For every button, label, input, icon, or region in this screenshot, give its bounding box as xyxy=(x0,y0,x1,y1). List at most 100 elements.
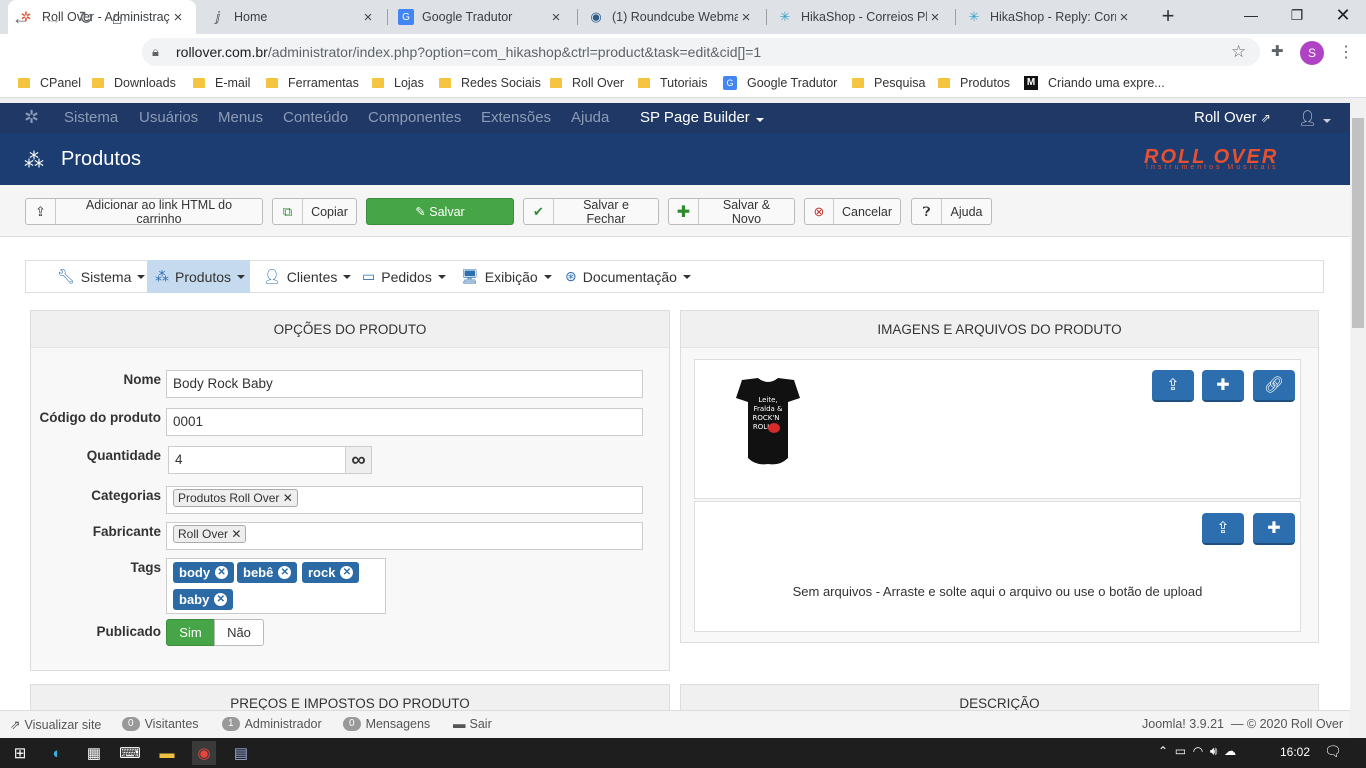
lock-icon[interactable]: 🔒︎ xyxy=(152,44,159,60)
save-new-button[interactable]: ✚ Salvar & Novo xyxy=(668,198,795,225)
nav-sp-page-builder[interactable]: SP Page Builder xyxy=(640,109,764,126)
close-tab-icon[interactable]: × xyxy=(170,9,186,26)
remove-icon[interactable]: ✕ xyxy=(278,566,292,579)
name-input[interactable]: Body Rock Baby xyxy=(166,370,643,398)
nav-ajuda[interactable]: Ajuda xyxy=(571,109,609,126)
browser-tab-roll-over[interactable]: ✲ Roll Over - Administraç × xyxy=(8,0,196,34)
remove-icon[interactable]: ✕ xyxy=(215,566,229,579)
tag-baby: baby ✕ xyxy=(173,589,234,610)
joomla-logo-icon[interactable]: ✲ xyxy=(24,107,39,128)
bookmark-redes-sociais[interactable]: Redes Sociais xyxy=(439,76,541,90)
product-image[interactable]: Leite, Fralda & ROCK'N ROLL xyxy=(720,372,816,474)
folder-icon xyxy=(852,78,864,88)
close-tab-icon[interactable]: × xyxy=(738,9,754,26)
maximize-button[interactable]: ❐ xyxy=(1274,0,1320,32)
browser-menu-icon[interactable]: ⋮ xyxy=(1338,42,1354,62)
bookmark-email[interactable]: E-mail xyxy=(193,76,250,90)
close-tab-icon[interactable]: × xyxy=(548,9,564,26)
forward-icon[interactable]: → xyxy=(42,7,64,29)
bookmark-star-icon[interactable]: ☆ xyxy=(1231,42,1246,62)
hika-menu-clientes[interactable]: 👤︎ Clientes xyxy=(255,260,359,293)
bookmark-ferramentas[interactable]: Ferramentas xyxy=(266,76,359,90)
browser-tab-google-tradutor[interactable]: G Google Tradutor × xyxy=(388,0,574,34)
add-image-button[interactable]: ✚ xyxy=(1202,370,1244,402)
upload-file-button[interactable]: ⇪ xyxy=(1202,513,1244,545)
bookmark-produtos[interactable]: Produtos xyxy=(938,76,1010,90)
nav-site-link[interactable]: Roll Over ⇗ xyxy=(1194,109,1271,126)
notepad-icon[interactable]: ▤ xyxy=(229,741,253,765)
logout-link[interactable]: ▬ Sair xyxy=(453,717,492,731)
messages-link[interactable]: 0 Mensagens xyxy=(343,717,430,731)
nav-extensoes[interactable]: Extensões xyxy=(481,109,551,126)
close-tab-icon[interactable]: × xyxy=(1116,9,1132,26)
clock[interactable]: 16:02 xyxy=(1280,745,1310,759)
bookmark-cpanel[interactable]: CPanel xyxy=(18,76,81,90)
hika-menu-exibicao[interactable]: 🖥︎ Exibição xyxy=(453,260,560,293)
nav-conteudo[interactable]: Conteúdo xyxy=(283,109,348,126)
nav-menus[interactable]: Menus xyxy=(218,109,263,126)
bookmark-pesquisa[interactable]: Pesquisa xyxy=(852,76,925,90)
close-window-button[interactable]: ✕ xyxy=(1320,0,1366,32)
edge-icon[interactable]: ◐ xyxy=(45,741,69,765)
keyboard-icon[interactable]: ⌨︎ xyxy=(118,741,142,765)
view-site-link[interactable]: ⇗ Visualizar site xyxy=(10,717,101,733)
help-button[interactable]: ❓︎ Ajuda xyxy=(911,198,992,225)
published-yes-button[interactable]: Sim xyxy=(166,619,215,646)
profile-avatar[interactable]: S xyxy=(1300,41,1324,65)
code-input[interactable]: 0001 xyxy=(166,408,643,436)
reload-icon[interactable]: ↻ xyxy=(75,7,97,29)
save-close-button[interactable]: ✔ Salvar e Fechar xyxy=(523,198,659,225)
browser-tab-hikashop-correios[interactable]: ✳ HikaShop - Correios Plu × xyxy=(767,0,953,34)
url-host: rollover.com.br xyxy=(176,44,268,60)
copy-button[interactable]: ⧉ Copiar xyxy=(272,198,357,225)
extensions-icon[interactable]: ✚ xyxy=(1271,42,1284,60)
bookmark-tutoriais[interactable]: Tutoriais xyxy=(638,76,707,90)
bookmark-google-tradutor[interactable]: G Google Tradutor xyxy=(723,76,837,90)
add-cart-link-button[interactable]: ⇪ Adicionar ao link HTML do carrinho xyxy=(25,198,263,225)
windows-start-icon[interactable]: ⊞ xyxy=(8,741,32,765)
home-icon[interactable]: ⌂ xyxy=(106,7,128,29)
hika-menu-pedidos[interactable]: ▭ Pedidos xyxy=(354,260,454,293)
battery-icon: ▭ xyxy=(1174,744,1187,758)
back-icon[interactable]: ← xyxy=(10,7,32,29)
system-tray[interactable]: ⌃ ▭ ◠ 🔊︎ ☁︎ xyxy=(1158,744,1236,759)
cancel-button[interactable]: ⊗ Cancelar xyxy=(804,198,901,225)
quantity-input[interactable]: 4 xyxy=(168,446,346,474)
hika-menu-sistema[interactable]: 🔧︎ Sistema xyxy=(49,260,153,293)
bookmark-criando[interactable]: M Criando uma expre... xyxy=(1024,76,1165,90)
hika-menu-produtos[interactable]: ⁂ Produtos xyxy=(147,260,250,293)
published-no-button[interactable]: Não xyxy=(214,619,264,646)
calculator-icon[interactable]: ▦ xyxy=(82,741,106,765)
browser-tab-roundcube[interactable]: ◉ (1) Roundcube Webmai × xyxy=(578,0,764,34)
bookmark-downloads[interactable]: Downloads xyxy=(92,76,176,90)
nav-sistema[interactable]: Sistema xyxy=(64,109,118,126)
upload-image-button[interactable]: ⇪ xyxy=(1152,370,1194,402)
infinite-quantity-button[interactable]: ∞ xyxy=(345,446,372,474)
remove-icon[interactable]: ✕ xyxy=(231,527,241,541)
user-menu-icon[interactable]: 👤︎ xyxy=(1298,109,1332,127)
close-tab-icon[interactable]: × xyxy=(927,9,943,26)
admins-link[interactable]: 1 Administrador xyxy=(222,717,322,731)
remove-icon[interactable]: ✕ xyxy=(340,566,354,579)
minimize-button[interactable]: — xyxy=(1228,0,1274,32)
nav-usuarios[interactable]: Usuários xyxy=(139,109,198,126)
new-tab-button[interactable]: + xyxy=(1156,5,1180,29)
save-button[interactable]: ✎ Salvar xyxy=(366,198,514,225)
close-tab-icon[interactable]: × xyxy=(360,9,376,26)
browser-tab-hikashop-reply[interactable]: ✳ HikaShop - Reply: Corre × xyxy=(956,0,1142,34)
bookmark-roll-over[interactable]: Roll Over xyxy=(550,76,624,90)
scrollbar-thumb[interactable] xyxy=(1352,118,1364,328)
url-text[interactable]: rollover.com.br/administrator/index.php?… xyxy=(176,44,761,60)
link-image-button[interactable]: 🔗︎ xyxy=(1253,370,1295,402)
visitors-link[interactable]: 0 Visitantes xyxy=(122,717,199,731)
nav-componentes[interactable]: Componentes xyxy=(368,109,461,126)
file-explorer-icon[interactable]: ▬ xyxy=(155,741,179,765)
bookmark-lojas[interactable]: Lojas xyxy=(372,76,424,90)
chrome-icon[interactable]: ◉ xyxy=(192,741,216,765)
add-file-button[interactable]: ✚ xyxy=(1253,513,1295,545)
remove-icon[interactable]: ✕ xyxy=(214,593,228,606)
browser-tab-home[interactable]: ⅉ Home × xyxy=(200,0,386,34)
notification-icon[interactable]: 🗨︎ xyxy=(1324,743,1342,760)
remove-icon[interactable]: ✕ xyxy=(283,491,293,505)
hika-menu-documentacao[interactable]: ⊛ Documentação xyxy=(557,260,699,293)
